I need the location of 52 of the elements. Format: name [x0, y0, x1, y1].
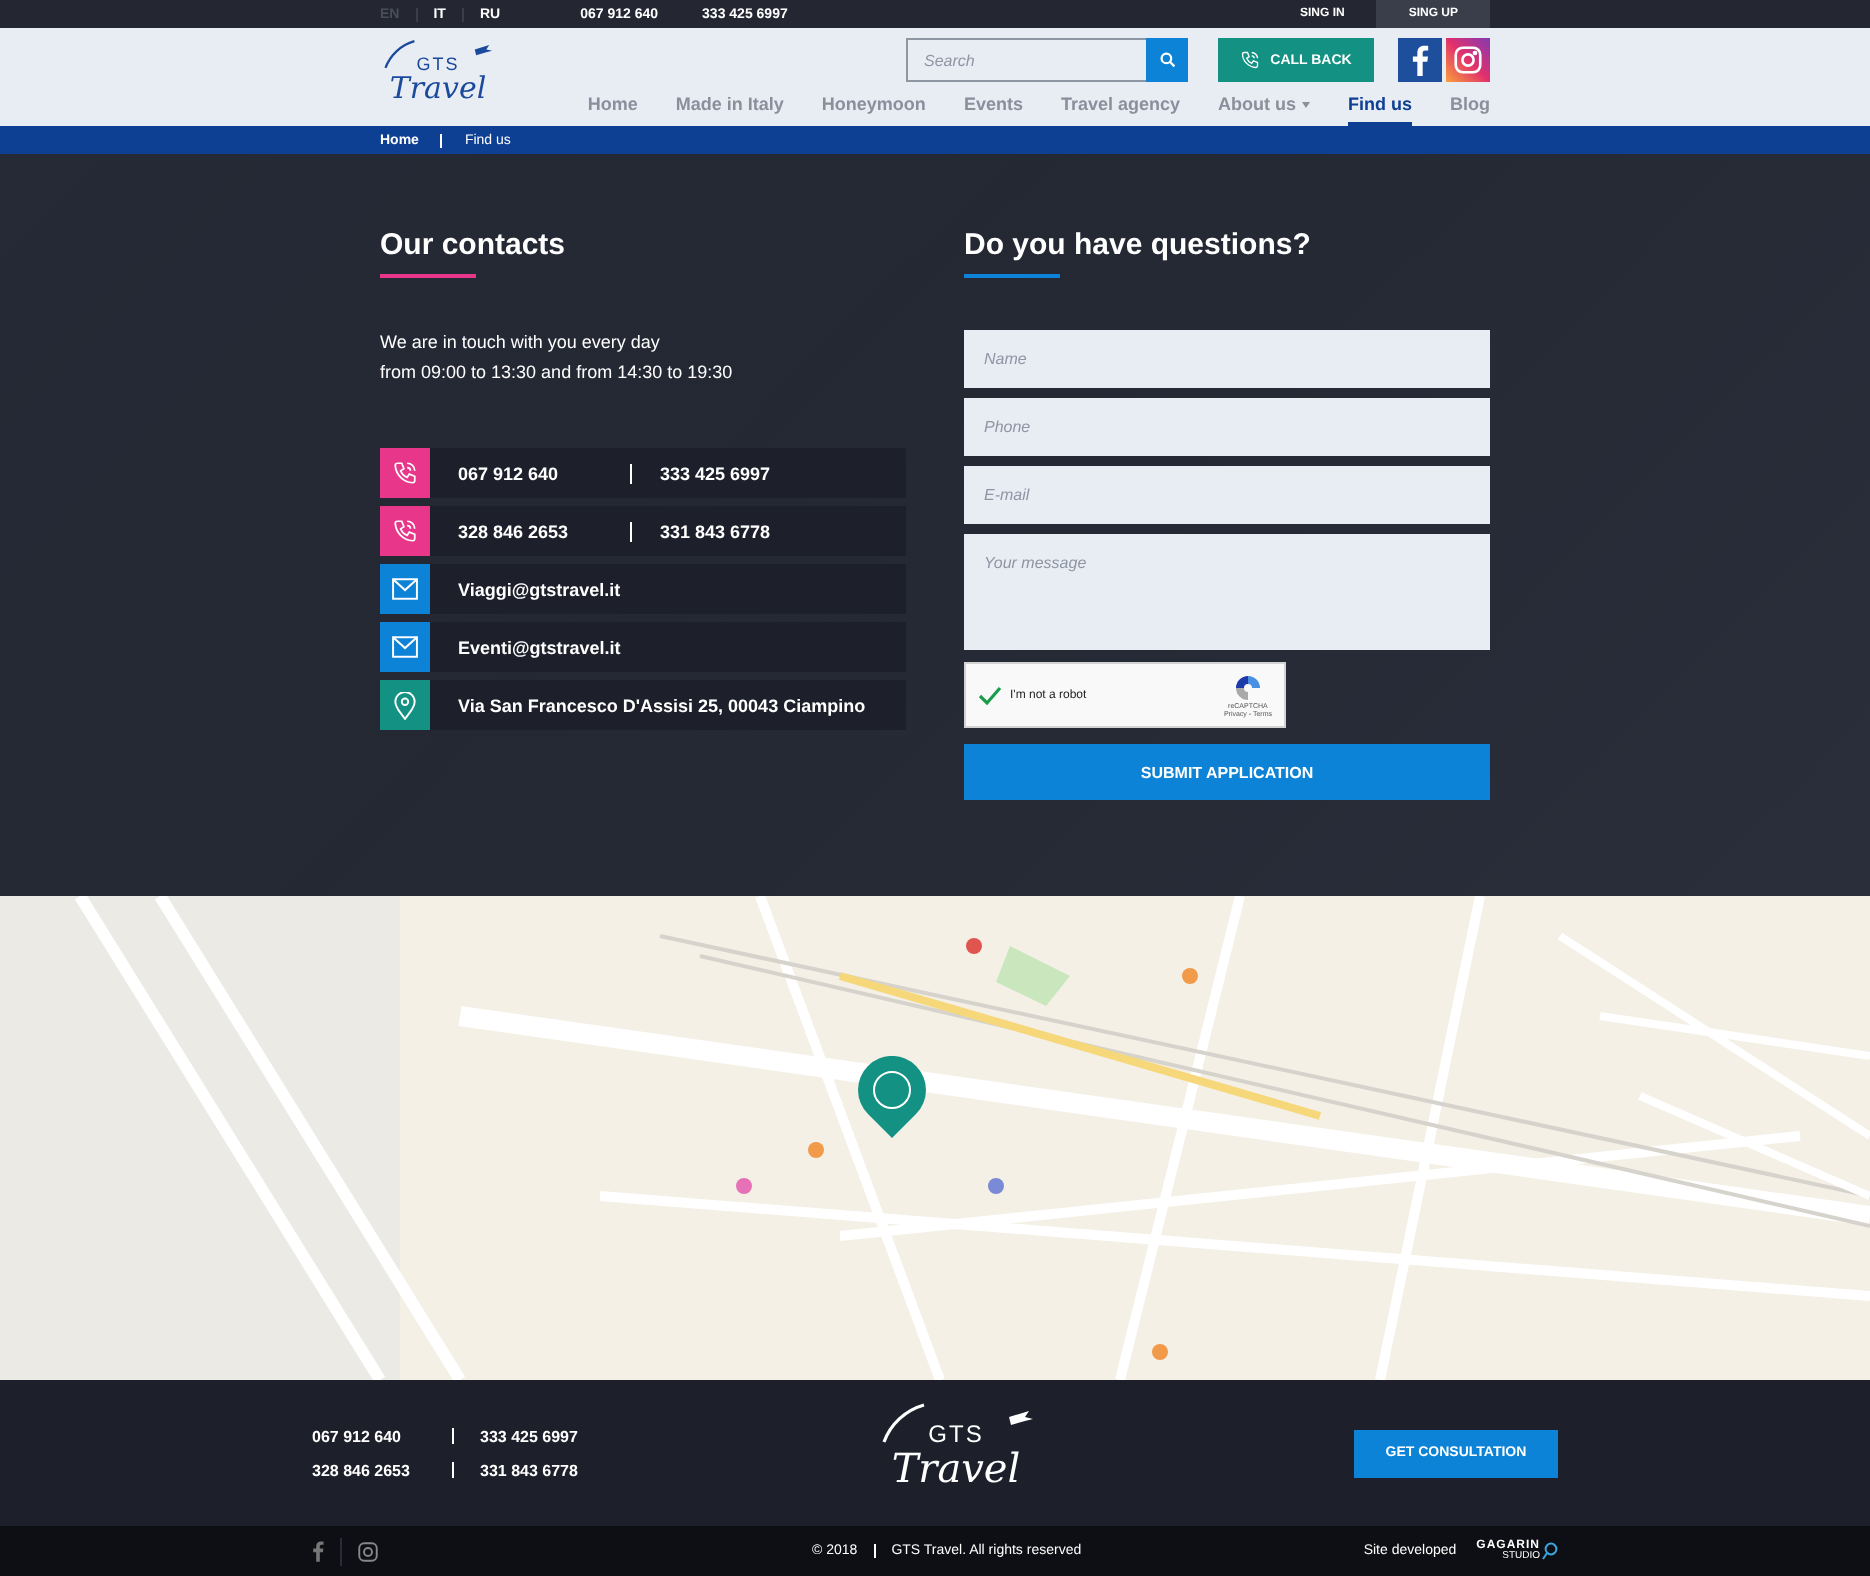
message-field[interactable]: Your message [964, 534, 1490, 650]
intro-text: We are in touch with you every day from 09:00 to 13:30 and from 14:30 to 19:30 [380, 330, 735, 386]
heading-underline [380, 274, 476, 278]
heading-underline [964, 274, 1060, 278]
search-button[interactable] [1146, 38, 1188, 82]
caret-icon [1302, 101, 1310, 107]
logo-text: GTS [416, 53, 460, 73]
facebook-icon[interactable] [1398, 38, 1442, 82]
logo-script-text: Travel [891, 1447, 1021, 1487]
input-field[interactable]: E-mail [964, 466, 1490, 524]
contact-text: 328 846 2653 [458, 521, 571, 541]
search-field[interactable]: Search [906, 38, 1146, 82]
nav-link[interactable]: Blog [1450, 86, 1490, 126]
recaptcha-logo-icon [1233, 673, 1262, 701]
search-icon [1159, 52, 1175, 68]
logo-arc-icon [882, 1401, 926, 1445]
phone-number: 333 425 6997 [480, 1427, 580, 1445]
submit-button[interactable]: SUBMIT APPLICATION [964, 744, 1490, 800]
envelope-icon [392, 636, 418, 658]
nav-link[interactable]: Home [587, 86, 638, 126]
phone-icon [1240, 50, 1261, 70]
input-field[interactable]: Name [964, 330, 1490, 388]
nav-link[interactable]: Honeymoon [821, 86, 926, 126]
phone-number: 328 846 2653 [312, 1461, 412, 1479]
phone-number: 331 843 6778 [480, 1461, 580, 1479]
input-field[interactable]: Phone [964, 398, 1490, 456]
location-pin-icon [394, 691, 416, 719]
contact-text: Via San Francesco D'Assisi 25, 00043 Ciampino [458, 695, 866, 715]
airplane-icon [1007, 1410, 1033, 1426]
logo-arc-icon [384, 37, 417, 71]
contact-text: 067 912 640 [458, 463, 561, 483]
instagram-icon[interactable] [1446, 38, 1490, 82]
nav-link[interactable]: Made in Italy [675, 86, 784, 126]
facebook-icon[interactable] [312, 1540, 324, 1562]
contact-text: Viaggi@gtstravel.it [458, 579, 621, 599]
section-heading: Our contacts [380, 228, 568, 262]
contact-text: Eventi@gtstravel.it [458, 637, 621, 657]
map-marker-icon[interactable] [856, 1056, 928, 1140]
section-heading: Do you have questions? [964, 228, 1313, 262]
phone-icon [392, 460, 418, 486]
logo-text: GTS [928, 1419, 984, 1447]
instagram-icon[interactable] [358, 1541, 378, 1561]
nav-link[interactable]: About us [1218, 86, 1310, 126]
envelope-icon [392, 578, 418, 600]
contact-text: 331 843 6778 [660, 521, 771, 541]
nav-link[interactable]: Travel agency [1060, 86, 1180, 126]
nav-link[interactable]: Events [963, 86, 1023, 126]
contact-text: 333 425 6997 [660, 463, 771, 483]
airplane-icon [474, 43, 494, 57]
phone-icon [392, 518, 418, 544]
logo-script-text: Travel [389, 73, 487, 103]
phone-number: 067 912 640 [312, 1427, 403, 1445]
